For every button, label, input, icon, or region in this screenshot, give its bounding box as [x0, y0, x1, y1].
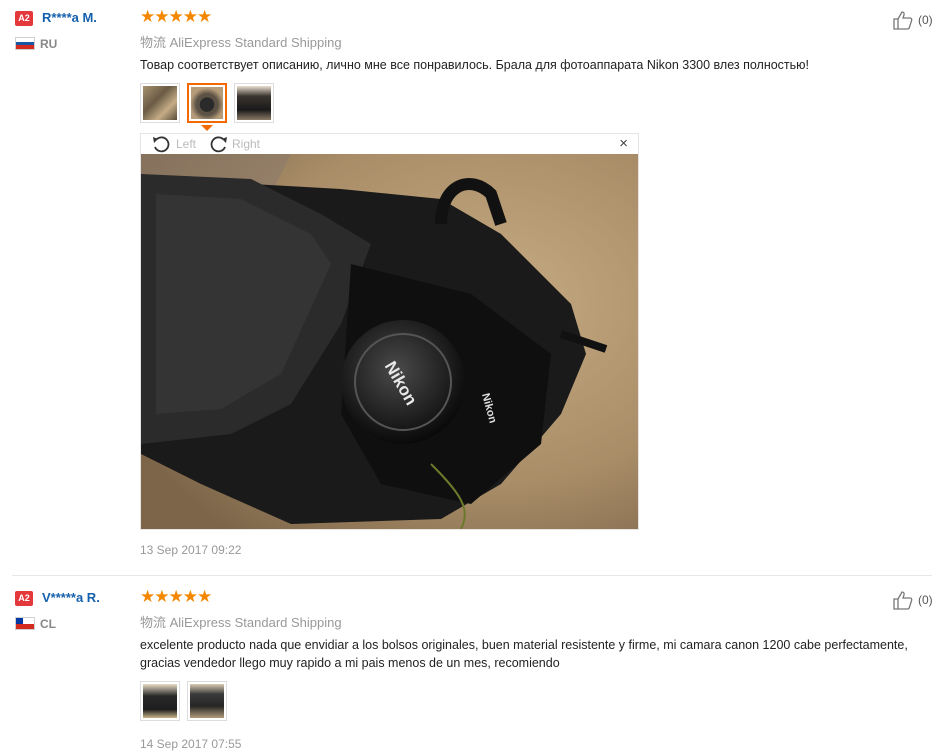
- thumbs-up-icon: [893, 11, 913, 30]
- review-photo-thumb[interactable]: [140, 83, 180, 123]
- selected-pointer: [201, 125, 213, 131]
- bag-photo-image: Nikon Nikon: [141, 154, 638, 529]
- user-name[interactable]: R****a M.: [42, 10, 97, 25]
- buyer-level-badge: A2: [15, 591, 33, 606]
- flag-ru-icon: [15, 37, 35, 50]
- review-date: 14 Sep 2017 07:55: [140, 737, 242, 751]
- review-photo: Nikon Nikon: [141, 154, 638, 529]
- rotate-left-icon: [153, 136, 170, 153]
- viewer-toolbar: Left Right ×: [141, 134, 638, 154]
- review-photo-thumb[interactable]: [140, 681, 180, 721]
- like-count: (0): [918, 593, 933, 607]
- review-photo-thumb-selected[interactable]: [187, 83, 227, 123]
- review-text: Товар соответствует описанию, лично мне …: [140, 58, 810, 72]
- review-text: excelente producto nada que envidiar a l…: [140, 638, 908, 670]
- rating-stars: ★★★★★: [140, 7, 212, 26]
- like-count: (0): [918, 13, 933, 27]
- user-name[interactable]: V*****a R.: [42, 590, 100, 605]
- rotate-right-button[interactable]: Right: [207, 135, 260, 153]
- rotate-right-icon: [210, 136, 227, 153]
- review-date: 13 Sep 2017 09:22: [140, 543, 242, 557]
- shipping-method: 物流 AliExpress Standard Shipping: [140, 35, 342, 50]
- flag-cl-icon: [15, 617, 35, 630]
- thumbs-up-icon: [893, 591, 913, 610]
- like-button[interactable]: (0): [892, 590, 933, 610]
- review-item: A2 R****a M. RU ★★★★★ 物流 AliExpress Stan…: [0, 0, 951, 576]
- review-photo-thumb[interactable]: [187, 681, 227, 721]
- review-item: A2 V*****a R. CL ★★★★★ 物流 AliExpress Sta…: [0, 576, 951, 756]
- rotate-left-button[interactable]: Left: [151, 135, 196, 153]
- close-icon[interactable]: ×: [619, 136, 628, 152]
- rotate-right-label: Right: [232, 137, 261, 151]
- rotate-left-label: Left: [176, 137, 197, 151]
- review-photo-thumb[interactable]: [234, 83, 274, 123]
- country-code: CL: [40, 617, 56, 631]
- buyer-level-badge: A2: [15, 11, 33, 26]
- shipping-method: 物流 AliExpress Standard Shipping: [140, 615, 342, 630]
- photo-viewer: Left Right × Nikon Nikon: [140, 133, 639, 530]
- rating-stars: ★★★★★: [140, 587, 212, 606]
- country-code: RU: [40, 37, 58, 51]
- like-button[interactable]: (0): [892, 10, 933, 30]
